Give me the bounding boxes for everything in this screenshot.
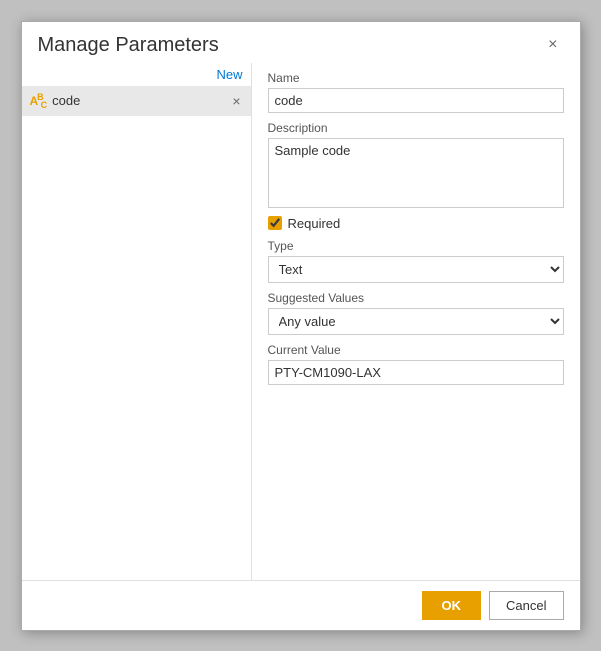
name-label: Name <box>268 71 564 85</box>
required-checkbox[interactable] <box>268 216 282 230</box>
left-panel: New ABC code × <box>22 63 252 580</box>
description-input[interactable]: Sample code <box>268 138 564 208</box>
suggested-values-field-group: Suggested Values Any value List of value… <box>268 291 564 335</box>
description-label: Description <box>268 121 564 135</box>
required-label: Required <box>288 216 341 231</box>
name-field-group: Name <box>268 71 564 113</box>
type-select[interactable]: Text Number Date Boolean <box>268 256 564 283</box>
type-field-group: Type Text Number Date Boolean <box>268 239 564 283</box>
param-item[interactable]: ABC code × <box>22 86 251 116</box>
name-input[interactable] <box>268 88 564 113</box>
suggested-values-label: Suggested Values <box>268 291 564 305</box>
dialog-footer: OK Cancel <box>22 580 580 630</box>
new-link[interactable]: New <box>216 67 242 82</box>
close-button[interactable]: × <box>542 35 563 55</box>
suggested-values-select[interactable]: Any value List of values <box>268 308 564 335</box>
param-type-icon: ABC <box>30 92 47 110</box>
current-value-input[interactable] <box>268 360 564 385</box>
ok-button[interactable]: OK <box>422 591 482 620</box>
dialog-body: New ABC code × Name Description Sample c… <box>22 63 580 580</box>
manage-parameters-dialog: Manage Parameters × New ABC code × Name <box>21 21 581 631</box>
type-label: Type <box>268 239 564 253</box>
description-field-group: Description Sample code <box>268 121 564 208</box>
param-name-label: code <box>52 93 224 108</box>
required-row: Required <box>268 216 564 231</box>
left-panel-header: New <box>22 63 251 86</box>
current-value-field-group: Current Value <box>268 343 564 385</box>
param-delete-button[interactable]: × <box>230 94 242 108</box>
cancel-button[interactable]: Cancel <box>489 591 563 620</box>
title-bar: Manage Parameters × <box>22 22 580 63</box>
dialog-title: Manage Parameters <box>38 34 219 57</box>
right-panel: Name Description Sample code Required Ty… <box>252 63 580 580</box>
current-value-label: Current Value <box>268 343 564 357</box>
